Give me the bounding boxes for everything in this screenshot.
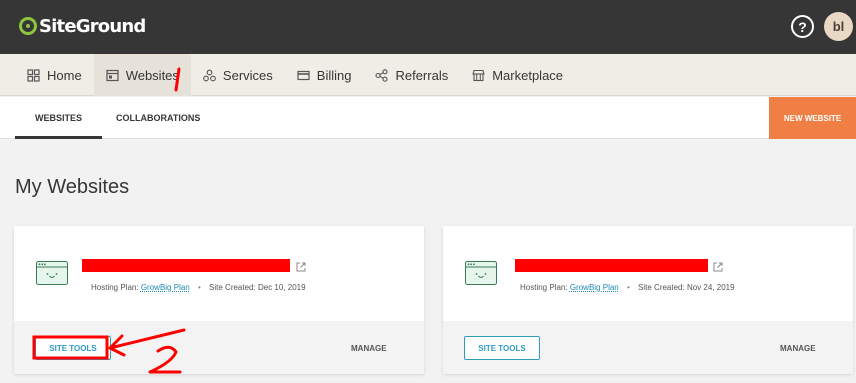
site-tools-button[interactable]: SITE TOOLS [35, 336, 111, 360]
nav-label: Referrals [395, 67, 449, 83]
siteground-logo[interactable]: SiteGround [19, 14, 146, 38]
site-name-redacted[interactable] [515, 259, 708, 272]
nav-item-websites[interactable]: Websites [93, 54, 191, 96]
nav-label: Services [222, 67, 273, 83]
sub-tab-bar: WEBSITES COLLABORATIONS NEW WEBSITE [0, 97, 856, 139]
store-icon [472, 69, 485, 81]
nav-item-referrals[interactable]: Referrals [363, 54, 460, 96]
nav-label: Websites [125, 67, 179, 83]
site-created-label: Site Created: [638, 283, 685, 292]
logo-text: SiteGround [39, 15, 146, 37]
nav-label: Marketplace [492, 67, 564, 83]
share-icon [375, 68, 389, 82]
hosting-plan-link[interactable]: GrowBig Plan [570, 283, 619, 292]
manage-button[interactable]: MANAGE [351, 344, 387, 353]
site-tools-button[interactable]: SITE TOOLS [464, 336, 540, 360]
website-card: Hosting Plan: GrowBig Plan • Site Create… [14, 226, 424, 374]
external-link-icon[interactable] [713, 262, 723, 272]
nav-item-marketplace[interactable]: Marketplace [460, 54, 575, 96]
site-created-label: Site Created: [209, 283, 256, 292]
browser-icon [106, 69, 119, 81]
site-meta: Hosting Plan: GrowBig Plan • Site Create… [520, 283, 735, 292]
hosting-plan-label: Hosting Plan: [91, 283, 139, 292]
nav-label: Home [47, 67, 82, 83]
hosting-plan-label: Hosting Plan: [520, 283, 568, 292]
manage-button[interactable]: MANAGE [780, 344, 816, 353]
site-name-redacted[interactable] [82, 259, 290, 272]
website-card: Hosting Plan: GrowBig Plan • Site Create… [443, 226, 853, 374]
logo-mark-icon [19, 17, 37, 35]
separator-dot: • [197, 283, 201, 292]
new-website-button[interactable]: NEW WEBSITE [769, 97, 856, 139]
card-icon [297, 70, 310, 80]
external-link-icon[interactable] [296, 262, 306, 272]
avatar[interactable]: bl [824, 12, 853, 41]
nav-item-services[interactable]: Services [191, 54, 285, 96]
tab-collaborations[interactable]: COLLABORATIONS [116, 97, 200, 139]
site-meta: Hosting Plan: GrowBig Plan • Site Create… [91, 283, 306, 292]
site-created-date: Dec 10, 2019 [257, 283, 306, 292]
services-icon [203, 69, 216, 81]
page-title: My Websites [15, 176, 130, 198]
website-icon [465, 261, 497, 285]
card-footer: SITE TOOLS MANAGE [14, 321, 424, 374]
card-footer: SITE TOOLS MANAGE [443, 321, 853, 374]
nav-item-billing[interactable]: Billing [285, 54, 364, 96]
site-created-date: Nov 24, 2019 [686, 283, 735, 292]
top-bar: SiteGround ? bl [0, 0, 856, 54]
tab-websites[interactable]: WEBSITES [15, 97, 103, 139]
hosting-plan-link[interactable]: GrowBig Plan [141, 283, 190, 292]
help-icon[interactable]: ? [791, 15, 814, 38]
website-icon [36, 261, 68, 285]
main-nav: Home Websites Services Billing Referrals… [0, 54, 856, 96]
nav-item-home[interactable]: Home [0, 54, 94, 96]
nav-label: Billing [316, 67, 352, 83]
grid-icon [27, 68, 40, 82]
separator-dot: • [626, 283, 630, 292]
